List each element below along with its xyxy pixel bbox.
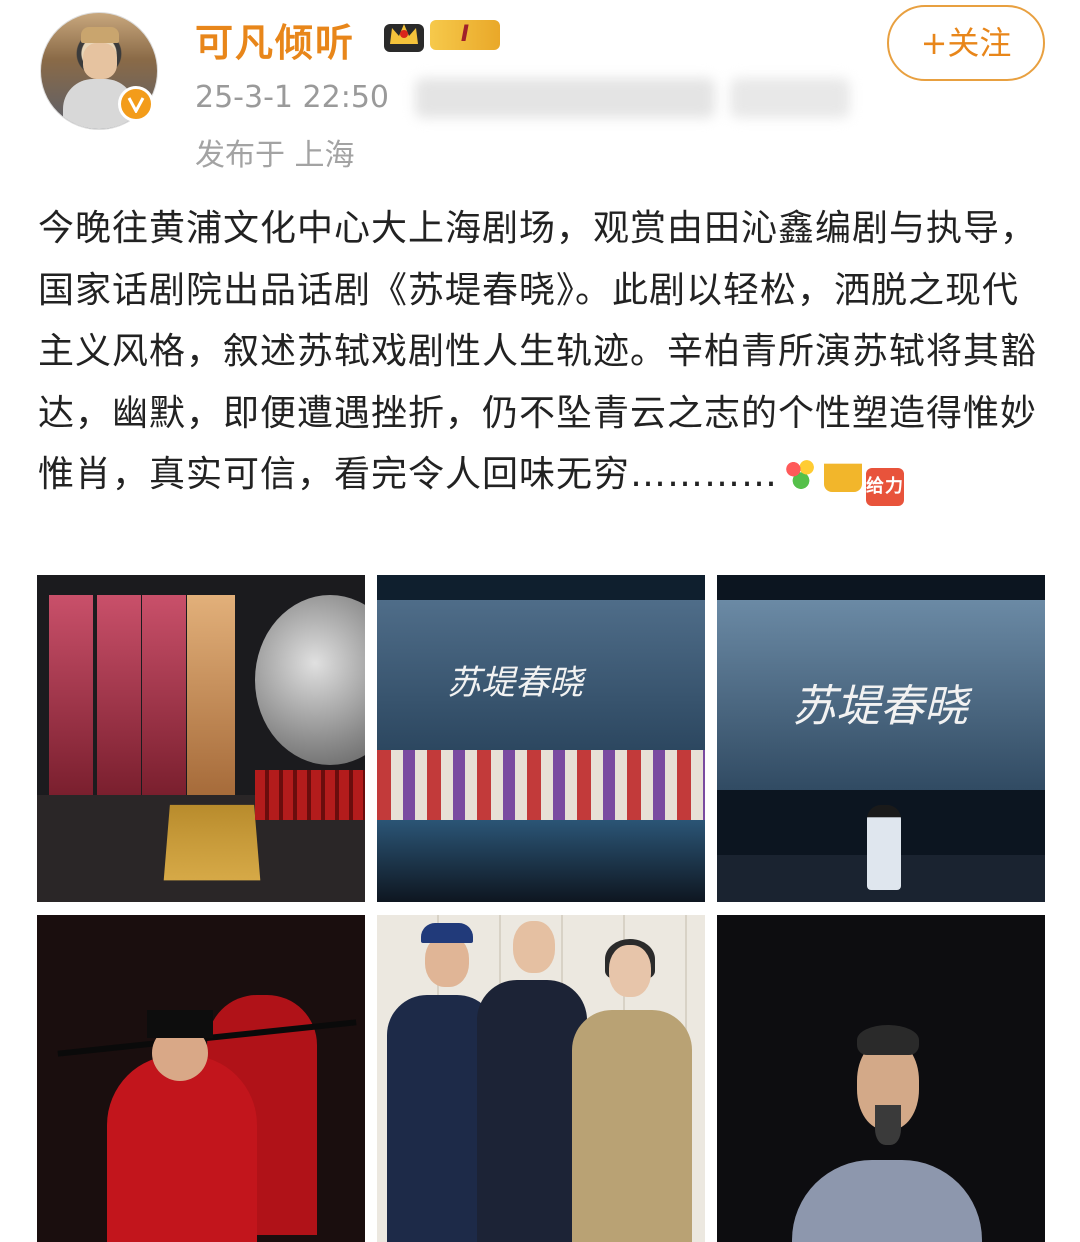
photo-5[interactable]	[377, 915, 705, 1242]
post-time: 25-3-1 22:50	[195, 80, 389, 115]
official-hat	[147, 1010, 213, 1038]
stage-title: 苏堤春晓	[792, 681, 968, 732]
user-name[interactable]: 可凡倾听	[195, 12, 355, 67]
actor-robe	[792, 1160, 982, 1242]
level-badge: I	[430, 20, 500, 50]
gold-panel	[187, 595, 235, 795]
red-robe	[107, 1055, 257, 1242]
post-location: 发布于 上海	[195, 138, 355, 173]
flower-emoji-icon	[782, 454, 821, 492]
face-shape	[83, 43, 117, 79]
cast-row	[377, 750, 705, 820]
geili-emoji-icon: 给力	[866, 468, 905, 506]
post-body: 今晚往黄浦文化中心大上海剧场，观赏由田沁鑫编剧与执导，国家话剧院出品话剧《苏堤春…	[38, 198, 1048, 506]
screen-panel	[49, 595, 93, 795]
blurred-source	[415, 78, 715, 118]
cast-row	[255, 770, 365, 820]
face-right	[609, 945, 651, 997]
actor-beard	[875, 1105, 901, 1145]
actor-figure	[867, 805, 901, 890]
face-center	[513, 921, 555, 973]
stage-path	[163, 804, 261, 881]
photo-2[interactable]: 苏堤春晓	[377, 575, 705, 902]
moon-image	[255, 595, 365, 765]
stage-floor	[377, 820, 705, 902]
person-center	[477, 980, 587, 1242]
post-header: 可凡倾听 I 25-3-1 22:50 发布于 上海 +关注	[0, 0, 1080, 180]
hat-shape	[81, 27, 119, 43]
photo-4[interactable]	[37, 915, 365, 1242]
screen-panel	[142, 595, 186, 795]
beer-emoji-icon	[824, 454, 863, 492]
photo-3[interactable]: 苏堤春晓	[717, 575, 1045, 902]
blurred-source-2	[730, 78, 850, 118]
stage-title: 苏堤春晓	[447, 663, 583, 703]
crown-icon	[384, 24, 424, 52]
actor-hair	[857, 1025, 919, 1055]
cap-left	[421, 923, 473, 943]
post-text: 今晚往黄浦文化中心大上海剧场，观赏由田沁鑫编剧与执导，国家话剧院出品话剧《苏堤春…	[38, 208, 1038, 495]
verified-v-icon	[118, 86, 154, 122]
screen-panel	[97, 595, 141, 795]
photo-6[interactable]	[717, 915, 1045, 1242]
person-right	[572, 1010, 692, 1242]
photo-1[interactable]	[37, 575, 365, 902]
follow-button[interactable]: +关注	[887, 5, 1045, 81]
